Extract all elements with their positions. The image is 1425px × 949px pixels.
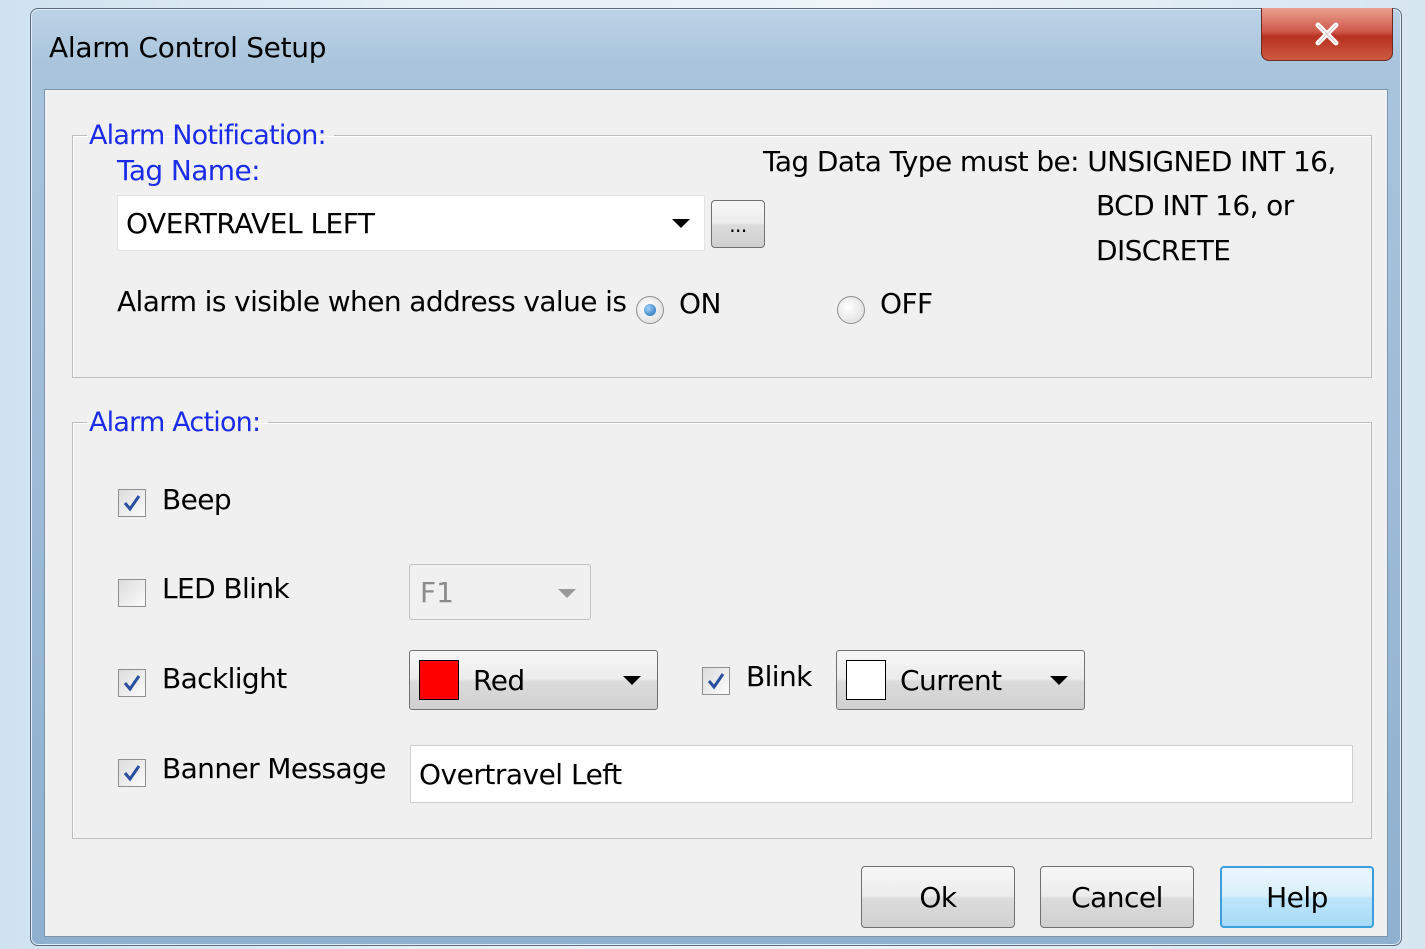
dialog-body: Alarm Notification: Tag Name: OVERTRAVEL… — [44, 89, 1388, 937]
browse-label: ... — [729, 213, 747, 237]
tag-name-combobox[interactable]: OVERTRAVEL LEFT — [117, 195, 705, 251]
close-button[interactable] — [1261, 8, 1393, 61]
led-key-value: F1 — [420, 575, 454, 609]
beep-checkbox[interactable] — [118, 489, 146, 517]
check-icon — [123, 675, 141, 692]
backlight-label[interactable]: Backlight — [162, 662, 287, 695]
cancel-label: Cancel — [1071, 880, 1163, 914]
type-note-line1: Tag Data Type must be: UNSIGNED INT 16, — [763, 145, 1336, 178]
chevron-down-icon — [558, 589, 576, 598]
led-key-combobox[interactable]: F1 — [409, 564, 591, 620]
chevron-down-icon — [1050, 676, 1068, 685]
close-icon — [1315, 22, 1339, 46]
chevron-down-icon[interactable] — [672, 219, 690, 228]
help-label: Help — [1266, 880, 1328, 914]
tag-name-label: Tag Name: — [117, 154, 261, 187]
chevron-down-icon — [623, 676, 641, 685]
backlight-color-name: Red — [473, 663, 525, 697]
check-icon — [123, 495, 141, 512]
radio-off-label[interactable]: OFF — [880, 287, 933, 320]
type-note-line2: BCD INT 16, or — [1096, 189, 1294, 222]
check-icon — [123, 765, 141, 782]
banner-message-label[interactable]: Banner Message — [162, 752, 386, 785]
blink-checkbox[interactable] — [702, 667, 730, 695]
blink-label[interactable]: Blink — [746, 660, 812, 693]
led-blink-checkbox[interactable] — [118, 579, 146, 607]
browse-tag-button[interactable]: ... — [711, 200, 765, 248]
window-title: Alarm Control Setup — [49, 31, 327, 64]
radio-off[interactable] — [837, 296, 865, 324]
tag-name-value: OVERTRAVEL LEFT — [126, 206, 375, 240]
radio-on-label[interactable]: ON — [679, 287, 721, 320]
radio-selected-dot — [644, 304, 656, 316]
white-color-swatch — [846, 660, 886, 700]
cancel-button[interactable]: Cancel — [1040, 866, 1194, 928]
banner-message-checkbox[interactable] — [118, 759, 146, 787]
backlight-checkbox[interactable] — [118, 669, 146, 697]
alarm-control-setup-window: Alarm Control Setup Alarm Notification: … — [30, 8, 1402, 946]
blink-color-dropdown[interactable]: Current — [836, 650, 1085, 710]
visible-when-label: Alarm is visible when address value is — [117, 285, 627, 318]
blink-color-name: Current — [900, 663, 1002, 697]
banner-message-input[interactable]: Overtravel Left — [410, 745, 1353, 803]
led-blink-label[interactable]: LED Blink — [162, 572, 290, 605]
ok-button[interactable]: Ok — [861, 866, 1015, 928]
help-button[interactable]: Help — [1220, 866, 1374, 928]
backlight-color-dropdown[interactable]: Red — [409, 650, 658, 710]
ok-label: Ok — [919, 880, 957, 914]
red-color-swatch — [419, 660, 459, 700]
type-note-line3: DISCRETE — [1096, 234, 1231, 267]
banner-message-value: Overtravel Left — [419, 757, 622, 791]
radio-on[interactable] — [636, 296, 664, 324]
beep-label[interactable]: Beep — [162, 483, 232, 516]
check-icon — [707, 673, 725, 690]
alarm-notification-legend: Alarm Notification: — [89, 120, 327, 151]
alarm-action-legend: Alarm Action: — [89, 407, 261, 438]
